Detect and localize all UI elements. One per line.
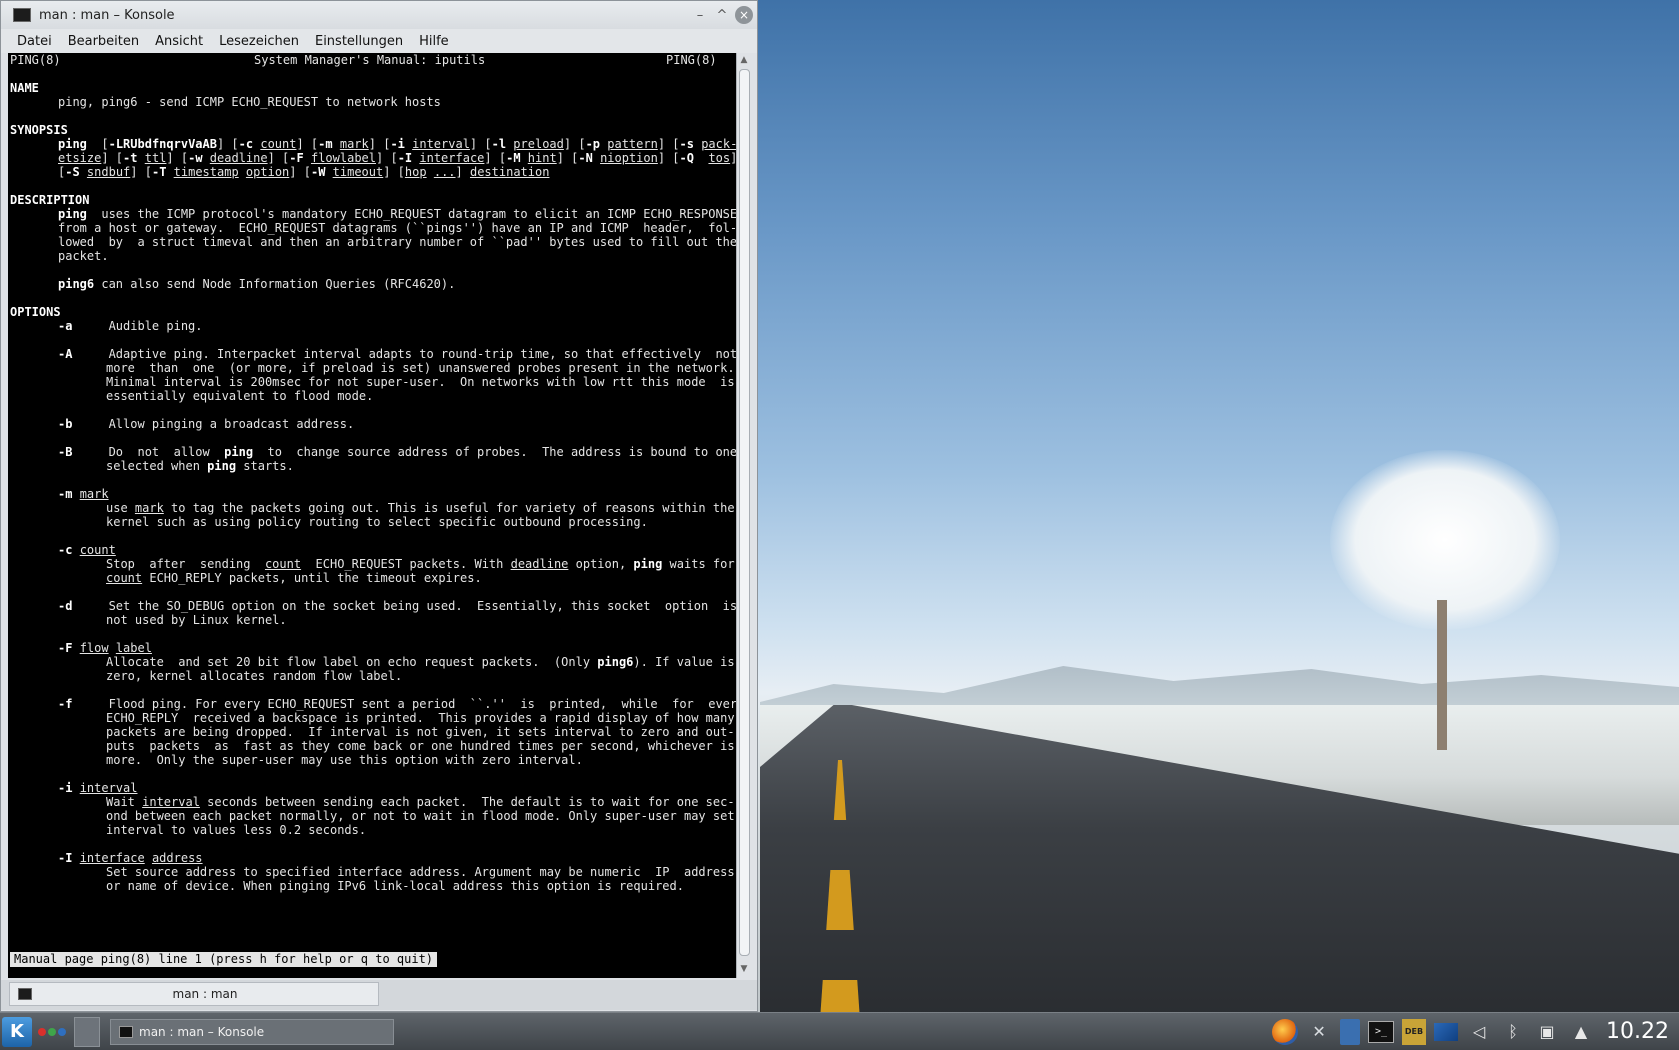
man-line: Stop after sending count ECHO_REQUEST pa… [106,557,735,571]
menu-ansicht[interactable]: Ansicht [147,34,211,49]
bluetooth-icon[interactable]: ᛒ [1500,1019,1526,1045]
section-synopsis: SYNOPSIS [10,123,68,137]
option-f: -f Flood ping. For every ECHO_REQUEST se… [58,697,737,711]
man-header-left: PING(8) [10,53,61,67]
expand-icon[interactable]: ▲ [1568,1019,1594,1045]
menu-lesezeichen[interactable]: Lesezeichen [211,34,307,49]
clock[interactable]: 10.22 [1606,1019,1669,1044]
man-line: count ECHO_REPLY packets, until the time… [106,571,482,585]
activity-dot-blue [58,1027,66,1036]
man-line: not used by Linux kernel. [106,613,287,627]
activity-dot-red [38,1027,46,1036]
menu-hilfe[interactable]: Hilfe [411,34,457,49]
minimize-button[interactable]: – [691,6,709,24]
man-line: Allocate and set 20 bit flow label on ec… [106,655,735,669]
desktop-pager[interactable] [74,1016,100,1047]
menu-einstellungen[interactable]: Einstellungen [307,34,411,49]
volume-icon[interactable]: ◁ [1466,1019,1492,1045]
window-title: man : man – Konsole [39,7,175,23]
konsole-window: man : man – Konsole – ^ × Datei Bearbeit… [0,0,758,1012]
man-line: zero, kernel allocates random flow label… [106,669,403,683]
konsole-icon [13,8,31,22]
man-line: more. Only the super-user may use this o… [106,753,583,767]
konsole-tabbar: man : man [1,980,757,1010]
section-description: DESCRIPTION [10,193,90,207]
system-tray: ✕ >_ DEB ◁ ᛒ ▣ ▲ 10.22 [1272,1018,1679,1045]
menubar: Datei Bearbeiten Ansicht Lesezeichen Ein… [1,29,757,53]
option-d: -d Set the SO_DEBUG option on the socket… [58,599,737,613]
man-line: ping, ping6 - send ICMP ECHO_REQUEST to … [58,95,441,109]
option-i: -i interval [58,781,138,795]
konsole-task-icon [119,1025,133,1038]
files-icon[interactable] [1340,1018,1361,1045]
maximize-button[interactable]: ^ [713,6,731,24]
konsole-tab-icon [18,988,32,1000]
tab-label: man : man [172,987,238,1001]
man-line: Wait interval seconds between sending ea… [106,795,735,809]
option-I: -I interface address [58,851,203,865]
pager-status-line: Manual page ping(8) line 1 (press h for … [10,952,438,967]
scroll-handle[interactable] [739,69,750,956]
network-icon[interactable]: ▣ [1534,1019,1560,1045]
tab-man[interactable]: man : man [9,982,379,1006]
option-A: -A Adaptive ping. Interpacket interval a… [58,347,737,361]
man-line: packet. [58,249,109,263]
taskbar-task-konsole[interactable]: man : man – Konsole [110,1018,394,1045]
man-line: ping [-LRUbdfnqrvVaAB] [-c count] [-m ma… [58,137,737,151]
deb-icon[interactable]: DEB [1402,1018,1427,1045]
menu-bearbeiten[interactable]: Bearbeiten [60,34,147,49]
man-line: etsize] [-t ttl] [-w deadline] [-F flowl… [58,151,737,165]
firefox-icon[interactable] [1272,1018,1299,1045]
man-line: ping6 can also send Node Information Que… [58,277,456,291]
taskbar: K man : man – Konsole ✕ >_ DEB ◁ ᛒ ▣ ▲ 1… [0,1012,1679,1050]
man-header-right: PING(8) [666,53,717,67]
man-line: essentially equivalent to flood mode. [106,389,374,403]
man-line: or name of device. When pinging IPv6 lin… [106,879,684,893]
option-b: -b Allow pinging a broadcast address. [58,417,355,431]
terminal-output[interactable]: PING(8) System Manager's Manual: iputils… [8,53,737,978]
task-label: man : man – Konsole [139,1024,265,1039]
terminal-scrollbar[interactable]: ▲ ▼ [736,53,751,978]
terminal-icon[interactable]: >_ [1368,1020,1395,1043]
man-line: kernel such as using policy routing to s… [106,515,648,529]
option-B: -B Do not allow ping to change source ad… [58,445,737,459]
man-line: [-S sndbuf] [-T timestamp option] [-W ti… [58,165,550,179]
man-line: selected when ping starts. [106,459,294,473]
scroll-down-arrow-icon[interactable]: ▼ [738,964,750,976]
option-m: -m mark [58,487,109,501]
close-button[interactable]: × [735,6,753,24]
menu-datei[interactable]: Datei [9,34,60,49]
man-line: ping uses the ICMP protocol's mandatory … [58,207,737,221]
wallpaper-tree-trunk [1437,600,1447,750]
window-titlebar[interactable]: man : man – Konsole – ^ × [1,1,757,29]
kde-launcher-icon[interactable]: K [2,1016,32,1047]
option-F: -F flow label [58,641,152,655]
section-options: OPTIONS [10,305,61,319]
man-line: use mark to tag the packets going out. T… [106,501,735,515]
man-line: Set source address to specified interfac… [106,865,735,879]
section-name: NAME [10,81,39,95]
activity-dot-green [48,1027,56,1036]
terminal-area: PING(8) System Manager's Manual: iputils… [8,53,751,978]
man-line: Minimal interval is 200msec for not supe… [106,375,735,389]
man-line: lowed by a struct timeval and then an ar… [58,235,737,249]
man-line: puts packets as fast as they come back o… [106,739,735,753]
man-line: more than one (or more, if preload is se… [106,361,735,375]
scroll-up-arrow-icon[interactable]: ▲ [738,55,750,67]
man-line: packets are being dropped. If interval i… [106,725,735,739]
man-line: from a host or gateway. ECHO_REQUEST dat… [58,221,737,235]
monitor-icon[interactable] [1434,1022,1459,1041]
option-c: -c count [58,543,116,557]
tools-icon[interactable]: ✕ [1306,1019,1332,1045]
option-a: -a Audible ping. [58,319,203,333]
man-header-center: System Manager's Manual: iputils [254,53,486,67]
man-line: ond between each packet normally, or not… [106,809,735,823]
man-line: ECHO_REPLY received a backspace is print… [106,711,735,725]
man-line: interval to values less 0.2 seconds. [106,823,367,837]
activity-manager-icon[interactable] [38,1027,66,1036]
